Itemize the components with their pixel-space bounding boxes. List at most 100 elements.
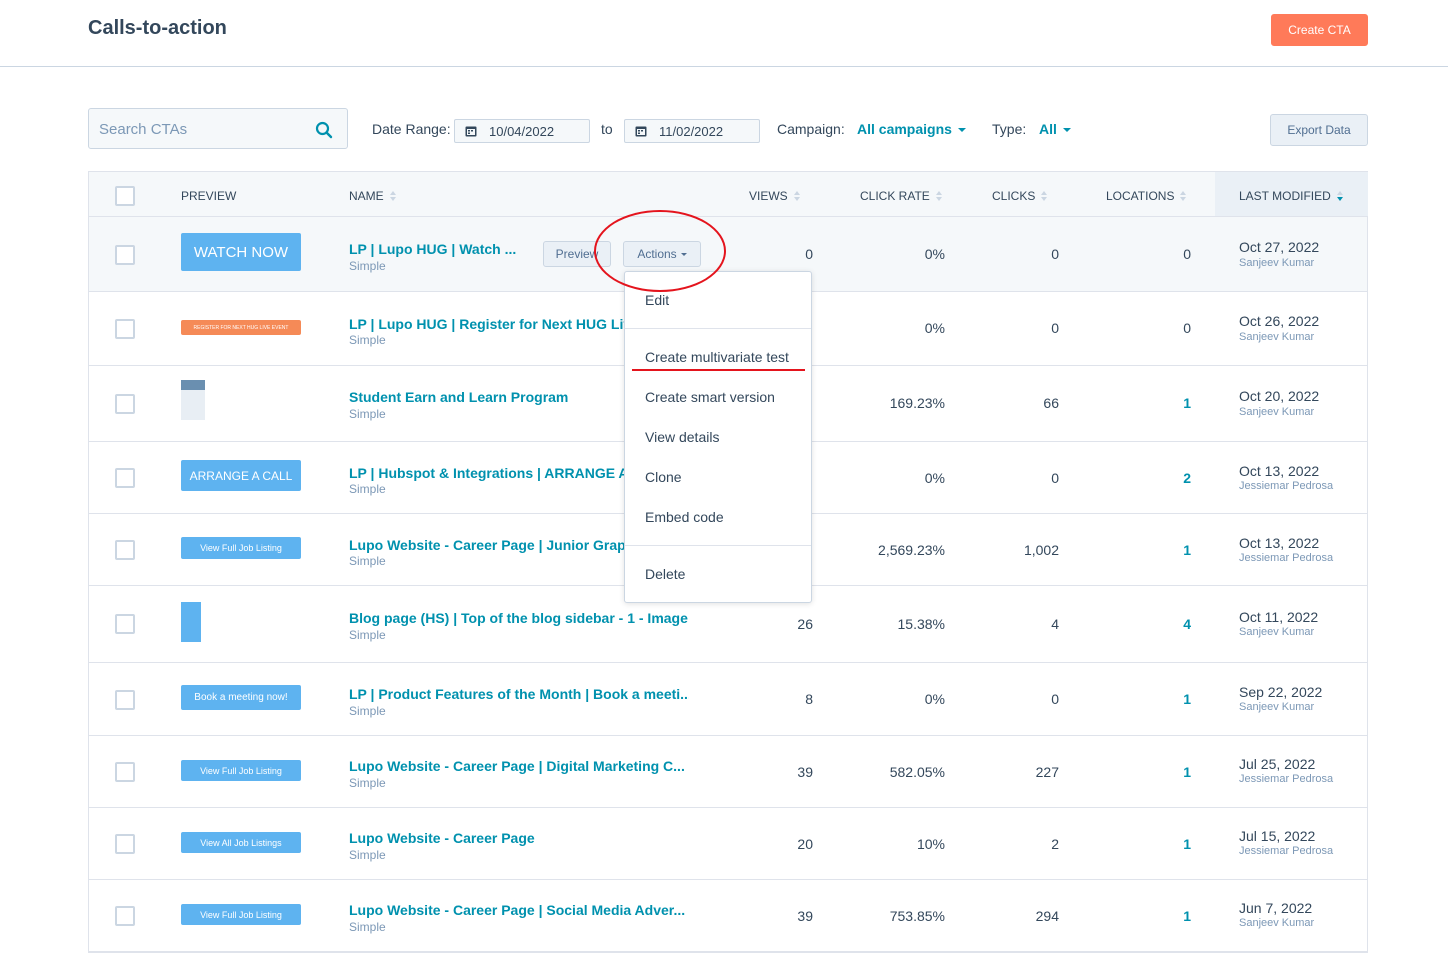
cta-name-link[interactable]: Blog page (HS) | Top of the blog sidebar… [349,610,709,626]
cta-preview-image: Book a meeting now! [181,685,301,710]
cta-preview-image: View Full Job Listing [181,904,301,925]
click-rate-value: 753.85% [889,908,945,924]
search-input[interactable] [99,117,299,141]
locations-link[interactable]: 1 [1119,836,1191,852]
table-row[interactable]: View All Job Listings Lupo Website - Car… [89,808,1367,880]
table-row[interactable]: View Full Job Listing Lupo Website - Car… [89,736,1367,808]
row-checkbox[interactable] [115,245,135,265]
cta-name-link[interactable]: LP | Hubspot & Integrations | ARRANGE A … [349,465,624,481]
click-rate-value: 0% [924,320,945,336]
annotation-underline [632,369,805,371]
cta-type: Simple [349,848,386,862]
date-to-field[interactable]: 11/02/2022 [624,119,760,143]
to-label: to [601,121,613,137]
sort-icon [389,191,397,202]
views-value: 8 [805,691,813,707]
date-from-field[interactable]: 10/04/2022 [454,119,590,143]
calendar-icon [635,126,647,137]
col-click-rate[interactable]: CLICK RATE [860,189,943,203]
table-row[interactable]: View Full Job Listing Lupo Website - Car… [89,880,1367,952]
campaign-label: Campaign: [777,121,845,137]
menu-item-delete[interactable]: Delete [645,566,685,582]
menu-item-clone[interactable]: Clone [645,469,682,485]
row-checkbox[interactable] [115,319,135,339]
create-cta-button[interactable]: Create CTA [1271,14,1368,46]
menu-item-create-smart-version[interactable]: Create smart version [645,389,775,405]
clicks-value: 294 [1035,908,1059,924]
locations-link[interactable]: 1 [1119,691,1191,707]
last-modified-author: Sanjeev Kumar [1239,331,1315,343]
cta-name-link[interactable]: Lupo Website - Career Page [349,830,689,846]
locations-link[interactable]: 1 [1119,395,1191,411]
click-rate-value: 0% [924,246,945,262]
type-dropdown[interactable]: All [1039,121,1071,137]
row-checkbox[interactable] [115,690,135,710]
menu-divider [625,545,811,546]
row-checkbox[interactable] [115,614,135,634]
cta-type: Simple [349,776,386,790]
last-modified-author: Jessiemar Pedrosa [1239,773,1334,785]
cta-type: Simple [349,704,386,718]
col-locations[interactable]: LOCATIONS [1106,189,1187,203]
last-modified-author: Sanjeev Kumar [1239,626,1315,638]
cta-name-link[interactable]: Lupo Website - Career Page | Digital Mar… [349,758,689,774]
cta-name-link[interactable]: LP | Lupo HUG | Watch ... [349,241,519,257]
annotation-circle [594,210,726,292]
cta-type: Simple [349,407,386,421]
menu-item-create-multivariate-test[interactable]: Create multivariate test [645,349,789,365]
campaign-value: All campaigns [857,121,952,137]
last-modified-date: Jul 25, 2022 [1239,756,1316,772]
date-from-value: 10/04/2022 [489,124,555,139]
cta-preview-image: WATCH NOW [181,233,301,271]
export-data-button[interactable]: Export Data [1270,114,1368,146]
row-checkbox[interactable] [115,394,135,414]
col-last-modified[interactable]: LAST MODIFIED [1239,189,1344,203]
clicks-value: 0 [1051,246,1059,262]
col-views[interactable]: VIEWS [749,189,801,203]
menu-item-view-details[interactable]: View details [645,429,719,445]
last-modified-date: Oct 13, 2022 [1239,535,1320,551]
views-value: 0 [805,246,813,262]
search-box[interactable] [88,108,348,149]
last-modified-date: Oct 20, 2022 [1239,388,1320,404]
locations-link[interactable]: 1 [1119,542,1191,558]
select-all-checkbox[interactable] [115,186,135,206]
locations-link[interactable]: 1 [1119,764,1191,780]
cta-name-link[interactable]: LP | Product Features of the Month | Boo… [349,686,689,702]
sort-icon [793,191,801,202]
locations-link[interactable]: 4 [1119,616,1191,632]
search-icon[interactable] [315,121,333,139]
col-clicks[interactable]: CLICKS [992,189,1048,203]
cta-name-link[interactable]: LP | Lupo HUG | Register for Next HUG Li… [349,316,624,332]
locations-link[interactable]: 1 [1119,908,1191,924]
cta-name-link[interactable]: Student Earn and Learn Program [349,389,649,405]
col-name[interactable]: NAME [349,189,397,203]
top-bar: Calls-to-action Create CTA [0,0,1448,67]
row-checkbox[interactable] [115,540,135,560]
filter-bar: Date Range: 10/04/2022 to 11/02/2022 Cam… [0,108,1448,150]
row-checkbox[interactable] [115,468,135,488]
table-header: PREVIEW NAME VIEWS CLICK RATE CLICKS LOC… [89,172,1368,217]
row-checkbox[interactable] [115,834,135,854]
table-row[interactable]: Book a meeting now! LP | Product Feature… [89,663,1367,736]
row-checkbox[interactable] [115,906,135,926]
cta-name-link[interactable]: Lupo Website - Career Page | Social Medi… [349,902,689,918]
last-modified-date: Oct 11, 2022 [1239,609,1319,625]
click-rate-value: 169.23% [889,395,945,411]
locations-link[interactable]: 2 [1119,470,1191,486]
campaign-dropdown[interactable]: All campaigns [857,121,966,137]
type-label: Type: [992,121,1027,137]
row-checkbox[interactable] [115,762,135,782]
menu-item-embed-code[interactable]: Embed code [645,509,724,525]
last-modified-author: Sanjeev Kumar [1239,406,1315,418]
clicks-value: 227 [1035,764,1059,780]
col-preview: PREVIEW [181,189,237,203]
cta-name-link[interactable]: Lupo Website - Career Page | Junior Grap… [349,537,624,553]
locations-value: 0 [1183,246,1191,262]
last-modified-author: Jessiemar Pedrosa [1239,845,1334,857]
last-modified-author: Sanjeev Kumar [1239,917,1315,929]
views-value: 39 [797,908,813,924]
clicks-value: 1,002 [1023,542,1059,558]
sort-desc-icon [1336,191,1344,202]
menu-item-edit[interactable]: Edit [645,292,669,308]
